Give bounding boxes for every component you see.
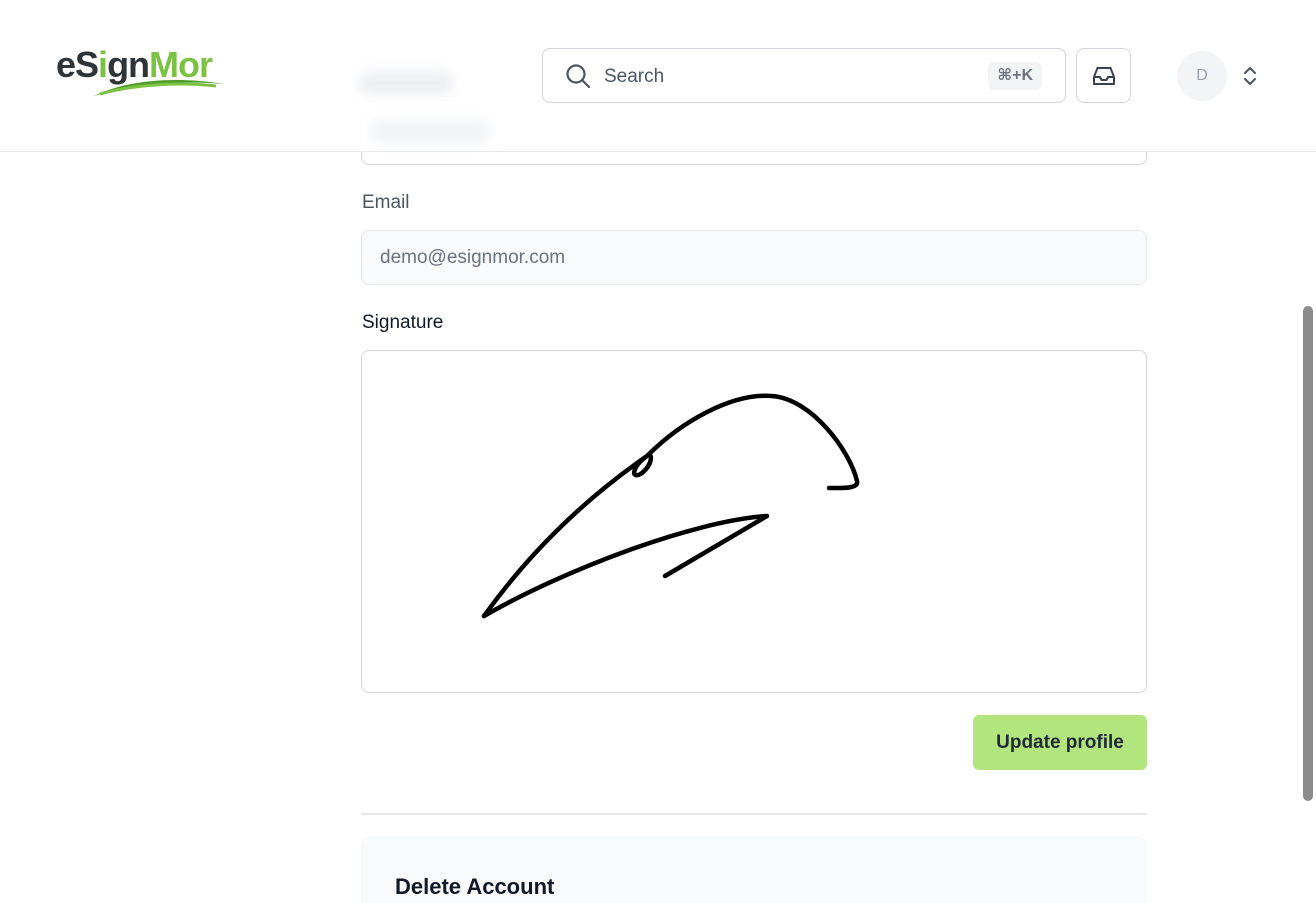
search-icon — [566, 64, 591, 89]
scrollbar-thumb[interactable] — [1303, 306, 1313, 801]
blurred-field-label — [360, 72, 452, 94]
top-header: eSignMor Search ⌘+K D — [0, 0, 1316, 152]
signature-drawing — [481, 393, 860, 619]
update-profile-button[interactable]: Update profile — [973, 715, 1147, 770]
search-shortcut-badge: ⌘+K — [988, 62, 1042, 90]
brand-logo[interactable]: eSignMor — [56, 36, 228, 102]
signature-label: Signature — [362, 312, 444, 333]
search-bar[interactable]: Search ⌘+K — [542, 48, 1066, 103]
search-placeholder: Search — [604, 66, 665, 87]
signature-pad[interactable] — [361, 350, 1147, 693]
email-field[interactable]: demo@esignmor.com — [361, 230, 1147, 285]
user-avatar[interactable]: D — [1177, 51, 1227, 101]
inbox-button[interactable] — [1076, 48, 1131, 103]
inbox-icon — [1093, 67, 1115, 85]
email-label: Email — [362, 192, 410, 213]
delete-account-card: Delete Account — [361, 836, 1147, 903]
delete-account-title: Delete Account — [395, 874, 555, 899]
chevron-up-down-icon[interactable] — [1241, 64, 1259, 88]
blurred-field-value — [370, 120, 490, 142]
section-divider — [361, 813, 1147, 815]
logo-swoosh-icon — [94, 80, 224, 96]
